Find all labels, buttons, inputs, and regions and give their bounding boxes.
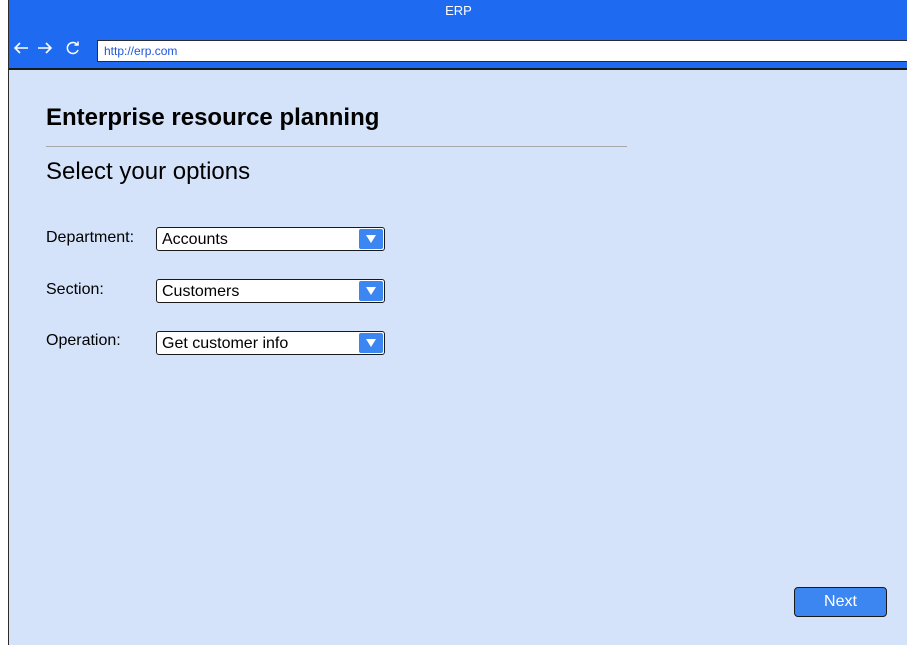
operation-label: Operation: — [46, 332, 121, 349]
window-title: ERP — [445, 3, 472, 18]
operation-select[interactable]: Get customer info — [156, 331, 385, 355]
next-button[interactable]: Next — [794, 587, 887, 617]
chevron-down-icon[interactable] — [359, 229, 383, 249]
browser-window: ERP http://erp.com Enterprise resource p… — [8, 0, 907, 645]
back-arrow-icon[interactable] — [12, 40, 30, 60]
url-field[interactable]: http://erp.com — [97, 40, 907, 62]
chevron-down-icon[interactable] — [359, 281, 383, 301]
section-select[interactable]: Customers — [156, 279, 385, 303]
title-bar: ERP — [9, 0, 907, 36]
section-label: Section: — [46, 281, 104, 298]
section-select-value: Customers — [162, 283, 240, 300]
navigation-bar: http://erp.com — [9, 36, 907, 70]
chevron-down-icon[interactable] — [359, 333, 383, 353]
page-subtitle: Select your options — [46, 158, 251, 185]
department-select[interactable]: Accounts — [156, 227, 385, 251]
operation-select-value: Get customer info — [162, 335, 289, 352]
department-select-value: Accounts — [162, 231, 228, 248]
title-divider — [46, 146, 627, 147]
page-title: Enterprise resource planning — [46, 104, 380, 131]
department-label: Department: — [46, 229, 135, 246]
forward-arrow-icon[interactable] — [36, 40, 54, 60]
reload-icon[interactable] — [65, 40, 81, 60]
